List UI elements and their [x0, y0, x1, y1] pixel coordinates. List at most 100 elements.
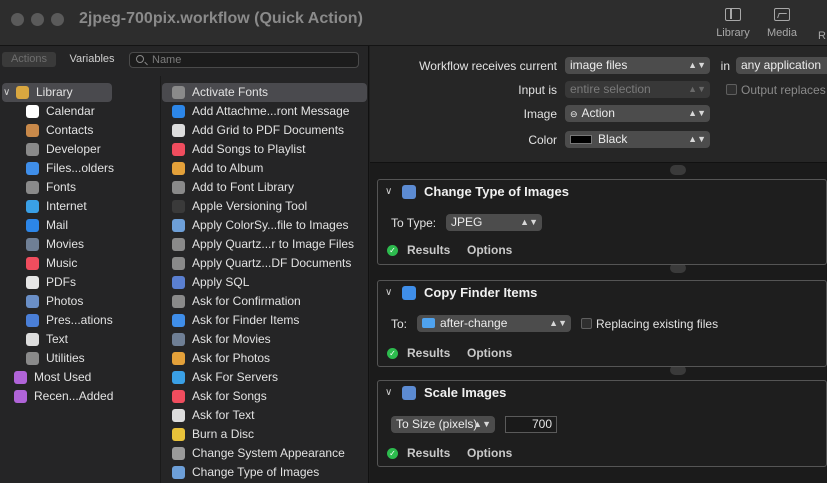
action-list-item[interactable]: Apple Versioning Tool	[162, 197, 367, 216]
disclosure-triangle-icon[interactable]: ∨	[385, 287, 392, 298]
options-button[interactable]: Options	[467, 446, 512, 460]
category-label: Contacts	[46, 123, 94, 137]
category-item[interactable]: Calendar	[0, 102, 155, 121]
action-list-item[interactable]: Apply Quartz...DF Documents	[162, 254, 367, 273]
action-list-item[interactable]: Add Grid to PDF Documents	[162, 121, 367, 140]
options-button[interactable]: Options	[467, 346, 512, 360]
action-list-item[interactable]: Activate Fonts	[162, 83, 367, 102]
library-toolbar-button[interactable]: Library	[708, 6, 758, 44]
library-tab-control: Actions Variables	[2, 52, 122, 67]
popup-arrows-icon: ▲▼	[688, 60, 706, 70]
action-list-item[interactable]: Ask For Servers	[162, 368, 367, 387]
image-popup[interactable]: ⊖ Action ▲▼	[565, 105, 710, 122]
action-list-item[interactable]: Ask for Photos	[162, 349, 367, 368]
category-list: ∨ Library Calendar Contacts Developer Files..…	[0, 76, 160, 483]
category-item[interactable]: Movies	[0, 235, 155, 254]
category-item[interactable]: Pres...ations	[0, 311, 155, 330]
action-list-item[interactable]: Ask for Text	[162, 406, 367, 425]
search-input[interactable]	[152, 53, 352, 67]
tab-variables[interactable]: Variables	[62, 52, 122, 67]
application-value: any application	[741, 58, 822, 72]
size-input[interactable]: 700	[505, 416, 557, 433]
action-header[interactable]: ∨ Copy Finder Items	[378, 281, 826, 305]
action-list-item[interactable]: Apply ColorSy...file to Images	[162, 216, 367, 235]
tab-actions[interactable]: Actions	[2, 52, 56, 67]
mail-icon	[26, 219, 39, 232]
action-list-item[interactable]: Add to Font Library	[162, 178, 367, 197]
disclosure-triangle-icon[interactable]: ∨	[385, 186, 392, 197]
action-list-item[interactable]: Ask for Movies	[162, 330, 367, 349]
fonts-icon	[172, 181, 185, 194]
category-item[interactable]: Files...olders	[0, 159, 155, 178]
results-button[interactable]: Results	[407, 446, 450, 460]
media-toolbar-button[interactable]: Media	[757, 6, 807, 44]
scale-mode-popup[interactable]: To Size (pixels) ▲▼	[391, 416, 495, 433]
category-item[interactable]: ∨ Library	[2, 83, 112, 102]
category-item[interactable]: Mail	[0, 216, 155, 235]
results-button[interactable]: Results	[407, 346, 450, 360]
category-item[interactable]: Music	[0, 254, 155, 273]
action-list-item[interactable]: Burn a Disc	[162, 425, 367, 444]
developer-tools-icon	[172, 257, 185, 270]
finder-icon	[172, 314, 185, 327]
action-list-item[interactable]: Ask for Finder Items	[162, 311, 367, 330]
action-list-item[interactable]: Add Songs to Playlist	[162, 140, 367, 159]
scale-mode-value: To Size (pixels)	[396, 417, 478, 431]
application-popup[interactable]: any application	[736, 57, 827, 74]
calendar-icon	[26, 105, 39, 118]
utilities-icon	[26, 352, 39, 365]
workflow-input-panel: Workflow receives current image files ▲▼ …	[370, 46, 827, 163]
close-window-button[interactable]	[11, 13, 24, 26]
receives-label: Workflow receives current	[419, 59, 557, 73]
action-header[interactable]: ∨ Scale Images	[378, 381, 826, 405]
action-list-item[interactable]: Apply Quartz...r to Image Files	[162, 235, 367, 254]
action-label: Apply Quartz...DF Documents	[192, 256, 352, 270]
category-item[interactable]: Recen...Added	[0, 387, 155, 406]
disclosure-triangle-icon[interactable]: ∨	[3, 83, 10, 102]
disclosure-triangle-icon[interactable]: ∨	[385, 387, 392, 398]
category-item[interactable]: Fonts	[0, 178, 155, 197]
action-header[interactable]: ∨ Change Type of Images	[378, 180, 826, 204]
minimize-window-button[interactable]	[31, 13, 44, 26]
action-title: Copy Finder Items	[424, 285, 538, 300]
category-item[interactable]: Most Used	[0, 368, 155, 387]
replacing-existing-checkbox[interactable]	[581, 318, 592, 329]
color-popup[interactable]: Black ▲▼	[565, 131, 710, 148]
zoom-window-button[interactable]	[51, 13, 64, 26]
action-list-item[interactable]: Ask for Confirmation	[162, 292, 367, 311]
action-list-item[interactable]: Ask for Songs	[162, 387, 367, 406]
category-item[interactable]: PDFs	[0, 273, 155, 292]
checkmark-icon: ✓	[387, 245, 398, 256]
action-label: Ask for Songs	[192, 389, 267, 403]
category-item[interactable]: Text	[0, 330, 155, 349]
music-icon	[172, 143, 185, 156]
action-list-item[interactable]: Change Type of Images	[162, 463, 367, 482]
category-item[interactable]: Utilities	[0, 349, 155, 368]
input-is-popup[interactable]: entire selection ▲▼	[565, 81, 710, 98]
search-field[interactable]	[129, 52, 359, 68]
category-item[interactable]: Photos	[0, 292, 155, 311]
category-item[interactable]: Contacts	[0, 121, 155, 140]
in-label: in	[720, 59, 730, 73]
receives-popup[interactable]: image files ▲▼	[565, 57, 710, 74]
category-label: PDFs	[46, 275, 76, 289]
action-label: Add to Album	[192, 161, 264, 175]
burn-icon	[172, 428, 185, 441]
action-list-item[interactable]: Apply SQL	[162, 273, 367, 292]
workflow-area: Workflow receives current image files ▲▼ …	[370, 46, 827, 483]
globe-icon	[172, 371, 185, 384]
output-replaces-checkbox[interactable]	[726, 84, 737, 95]
to-type-popup[interactable]: JPEG ▲▼	[446, 214, 542, 231]
action-copy-finder-items: ∨ Copy Finder Items To: after-change ▲▼ R…	[377, 280, 827, 367]
category-item[interactable]: Internet	[0, 197, 155, 216]
options-button[interactable]: Options	[467, 243, 512, 257]
destination-popup[interactable]: after-change ▲▼	[417, 315, 571, 332]
action-list-item[interactable]: Add Attachme...ront Message	[162, 102, 367, 121]
results-button[interactable]: Results	[407, 243, 450, 257]
category-label: Photos	[46, 294, 84, 308]
developer-tools-icon	[26, 143, 39, 156]
action-list-item[interactable]: Change System Appearance	[162, 444, 367, 463]
action-list-item[interactable]: Add to Album	[162, 159, 367, 178]
finder-icon	[402, 286, 416, 300]
category-item[interactable]: Developer	[0, 140, 155, 159]
